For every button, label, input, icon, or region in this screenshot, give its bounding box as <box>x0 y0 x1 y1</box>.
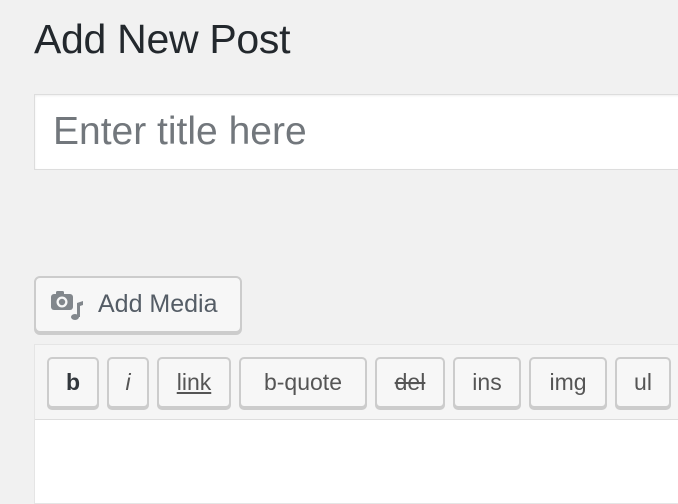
qt-blockquote-button[interactable]: b-quote <box>239 357 367 408</box>
qt-del-button[interactable]: del <box>375 357 445 408</box>
qt-italic-button[interactable]: i <box>107 357 149 408</box>
qt-ins-button[interactable]: ins <box>453 357 521 408</box>
qt-link-button[interactable]: link <box>157 357 231 408</box>
media-camera-music-icon <box>50 288 84 322</box>
quicktags-toolbar: b i link b-quote del ins img ul <box>35 345 678 420</box>
post-title-input[interactable] <box>35 95 678 169</box>
editor-textarea[interactable] <box>35 420 678 503</box>
page-title: Add New Post <box>34 16 291 62</box>
qt-ul-button[interactable]: ul <box>615 357 671 408</box>
qt-img-button[interactable]: img <box>529 357 607 408</box>
post-editor: b i link b-quote del ins img ul <box>34 344 678 504</box>
title-field-wrapper <box>34 94 678 170</box>
qt-bold-button[interactable]: b <box>47 357 99 408</box>
add-media-button[interactable]: Add Media <box>34 276 242 333</box>
add-media-label: Add Media <box>98 290 218 318</box>
